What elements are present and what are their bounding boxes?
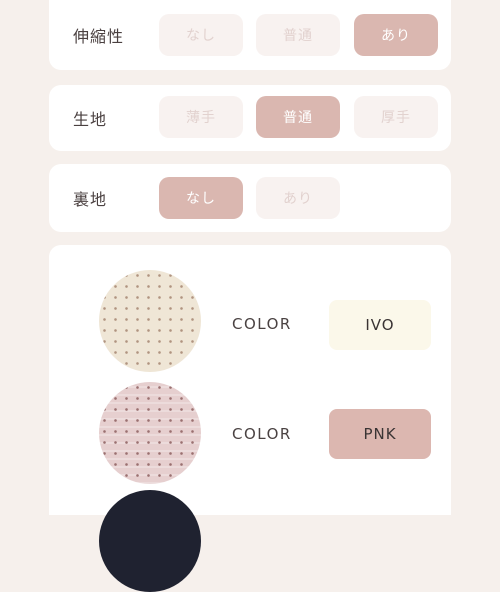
stretch-option-yes[interactable]: あり — [354, 14, 438, 56]
navy-fabric-swatch — [99, 490, 201, 592]
color-code-pnk-text: PNK — [363, 425, 397, 443]
lining-label: 裏地 — [73, 190, 108, 209]
color-code-ivo-text: IVO — [365, 316, 395, 334]
lining-card: 裏地 なし あり — [49, 164, 451, 232]
stretch-card: 伸縮性 なし 普通 あり — [49, 0, 451, 70]
fabric-card: 生地 薄手 普通 厚手 — [49, 85, 451, 151]
fabric-option-thin[interactable]: 薄手 — [159, 96, 243, 138]
color-code-ivo: IVO — [329, 300, 431, 350]
fabric-option-thick[interactable]: 厚手 — [354, 96, 438, 138]
color-label-ivo: COLOR — [232, 315, 292, 333]
color-code-pnk: PNK — [329, 409, 431, 459]
stretch-option-none[interactable]: なし — [159, 14, 243, 56]
fabric-label: 生地 — [73, 110, 108, 129]
fabric-option-normal[interactable]: 普通 — [256, 96, 340, 138]
ivory-fabric-swatch — [99, 270, 201, 372]
lining-option-yes[interactable]: あり — [256, 177, 340, 219]
color-label-pnk: COLOR — [232, 425, 292, 443]
pink-fabric-swatch — [99, 382, 201, 484]
stretch-option-normal[interactable]: 普通 — [256, 14, 340, 56]
stretch-label: 伸縮性 — [73, 27, 125, 46]
colors-card: COLOR IVO COLOR PNK — [49, 245, 451, 592]
lining-option-none[interactable]: なし — [159, 177, 243, 219]
